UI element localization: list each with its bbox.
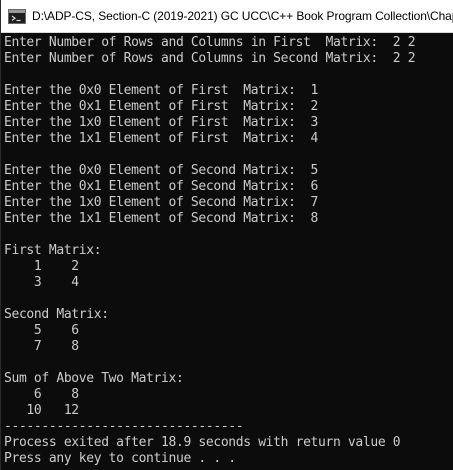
console-line: Enter the 1x0 Element of Second Matrix: … bbox=[4, 195, 319, 210]
console-output[interactable]: Enter Number of Rows and Columns in Firs… bbox=[1, 34, 453, 470]
console-line: Enter the 0x0 Element of Second Matrix: … bbox=[4, 163, 319, 178]
console-line: Enter the 0x1 Element of Second Matrix: … bbox=[4, 179, 319, 194]
console-line: 5 6 bbox=[4, 323, 79, 338]
console-window-icon bbox=[8, 8, 26, 24]
console-line: 10 12 bbox=[4, 403, 79, 418]
console-line: Enter the 1x1 Element of Second Matrix: … bbox=[4, 211, 319, 226]
console-line: 3 4 bbox=[4, 275, 79, 290]
console-line: Enter the 0x1 Element of First Matrix: 2 bbox=[4, 99, 319, 114]
console-line: Sum of Above Two Matrix: bbox=[4, 371, 184, 386]
console-line: Enter the 1x0 Element of First Matrix: 3 bbox=[4, 115, 319, 130]
console-line: Enter the 1x1 Element of First Matrix: 4 bbox=[4, 131, 319, 146]
console-line: 6 8 bbox=[4, 387, 79, 402]
console-line: Enter Number of Rows and Columns in Firs… bbox=[4, 35, 416, 50]
console-line: Press any key to continue . . . bbox=[4, 451, 236, 466]
console-line: Enter the 0x0 Element of First Matrix: 1 bbox=[4, 83, 319, 98]
console-line: 1 2 bbox=[4, 259, 79, 274]
console-line: Second Matrix: bbox=[4, 307, 109, 322]
window-title: D:\ADP-CS, Section-C (2019-2021) GC UCC\… bbox=[32, 9, 453, 23]
console-separator: -------------------------------- bbox=[4, 419, 244, 434]
console-line: Enter Number of Rows and Columns in Seco… bbox=[4, 51, 416, 66]
console-line: 7 8 bbox=[4, 339, 79, 354]
console-window: D:\ADP-CS, Section-C (2019-2021) GC UCC\… bbox=[0, 0, 453, 470]
title-bar[interactable]: D:\ADP-CS, Section-C (2019-2021) GC UCC\… bbox=[1, 0, 453, 33]
console-line: Process exited after 18.9 seconds with r… bbox=[4, 435, 401, 450]
console-line: First Matrix: bbox=[4, 243, 102, 258]
